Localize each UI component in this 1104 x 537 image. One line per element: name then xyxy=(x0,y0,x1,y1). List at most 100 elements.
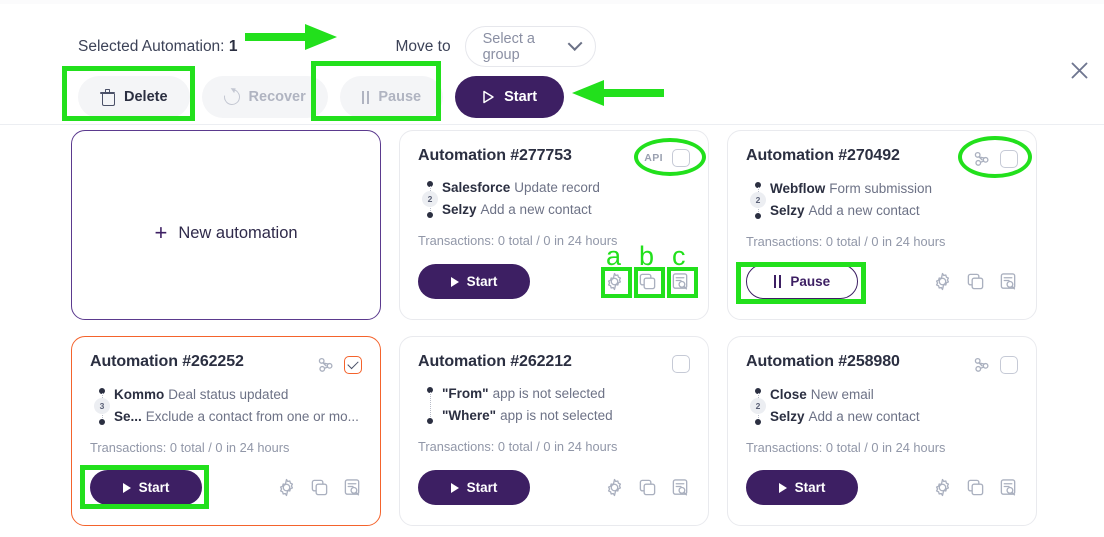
card-icon-row xyxy=(933,272,1018,291)
card-start-button[interactable]: Start xyxy=(746,470,858,505)
card-icon-row xyxy=(605,478,690,497)
card-pause-button[interactable]: Pause xyxy=(746,264,858,299)
logs-search-icon[interactable] xyxy=(999,272,1018,291)
step-app: Close xyxy=(770,387,807,402)
card-title: Automation #258980 xyxy=(746,353,900,370)
card-icon-row xyxy=(277,478,362,497)
step-line: Selzy Add a new contact xyxy=(770,203,932,220)
card-title: Automation #262252 xyxy=(90,353,244,370)
card-header: Automation #262212 xyxy=(418,353,690,373)
pause-button[interactable]: Pause xyxy=(339,76,444,118)
play-icon xyxy=(450,482,459,493)
step-action: Deal status updated xyxy=(168,387,289,402)
bulk-action-toolbar: Selected Automation: 1 Move to Select a … xyxy=(0,4,1104,125)
logs-search-icon[interactable] xyxy=(999,478,1018,497)
selected-automation-text: Selected Automation: xyxy=(78,37,225,55)
card-transactions: Transactions: 0 total / 0 in 24 hours xyxy=(418,232,618,248)
duplicate-icon[interactable] xyxy=(638,478,657,497)
step-app: Selzy xyxy=(770,408,805,424)
card-select-checkbox-checked[interactable] xyxy=(344,355,362,374)
new-automation-label-wrap: + New automation xyxy=(154,222,297,244)
card-header: Automation #277753 API xyxy=(418,147,690,167)
logs-search-icon[interactable] xyxy=(671,272,690,291)
step-action: Add a new contact xyxy=(808,202,920,218)
duplicate-icon[interactable] xyxy=(638,272,657,291)
card-start-button[interactable]: Start xyxy=(418,470,530,505)
gear-icon[interactable] xyxy=(277,478,296,497)
card-select-checkbox[interactable] xyxy=(672,355,690,373)
card-header: Automation #258980 xyxy=(746,353,1018,374)
close-panel-button[interactable] xyxy=(1064,55,1094,85)
duplicate-icon[interactable] xyxy=(310,478,329,497)
step-dot-icon xyxy=(755,418,761,425)
trash-icon xyxy=(100,89,115,106)
group-select-value: Select a group xyxy=(482,30,535,63)
card-select-checkbox[interactable] xyxy=(1000,355,1018,374)
automation-card[interactable]: Automation #277753 API 2 Salesforce Upda… xyxy=(399,130,709,320)
step-line: Kommo Deal status updated xyxy=(114,387,359,404)
step-count-badge: 3 xyxy=(94,398,110,415)
step-rail: 2 xyxy=(420,180,442,219)
recover-button[interactable]: Recover xyxy=(201,76,328,118)
logs-search-icon[interactable] xyxy=(671,478,690,497)
group-select-dropdown[interactable]: Select a group xyxy=(464,26,596,67)
step-app: Se... xyxy=(114,408,142,424)
webhook-icon xyxy=(972,149,991,168)
step-action: Add a new contact xyxy=(480,201,592,217)
card-select-checkbox[interactable] xyxy=(672,149,690,167)
card-transactions: Transactions: 0 total / 0 in 24 hours xyxy=(90,439,290,455)
step-action: Update record xyxy=(514,180,600,195)
step-app: "Where" xyxy=(442,407,497,423)
card-select-checkbox[interactable] xyxy=(1000,149,1018,168)
play-outline-icon xyxy=(482,90,495,104)
gear-icon[interactable] xyxy=(605,478,624,497)
automation-card[interactable]: Automation #270492 2 Webflow Form submis… xyxy=(727,130,1037,320)
duplicate-icon[interactable] xyxy=(966,478,985,497)
step-action: app is not selected xyxy=(500,407,613,423)
logs-search-icon[interactable] xyxy=(343,478,362,497)
start-button[interactable]: Start xyxy=(455,76,565,118)
card-header-controls: API xyxy=(644,149,690,167)
step-line: Salesforce Update record xyxy=(442,180,600,197)
webhook-icon xyxy=(316,355,335,374)
step-dot-icon xyxy=(755,212,761,219)
delete-button[interactable]: Delete xyxy=(78,76,190,118)
card-start-button[interactable]: Start xyxy=(418,264,530,299)
card-title: Automation #270492 xyxy=(746,147,900,164)
card-action-label: Start xyxy=(138,480,170,495)
card-start-button[interactable]: Start xyxy=(90,470,202,505)
step-app: Kommo xyxy=(114,387,165,402)
gear-icon[interactable] xyxy=(933,272,952,291)
step-connector-line xyxy=(429,392,431,419)
duplicate-icon[interactable] xyxy=(966,272,985,291)
card-steps: 2 Salesforce Update record Selzy Add a new… xyxy=(418,180,690,219)
gear-icon[interactable] xyxy=(605,272,624,291)
card-footer: Start xyxy=(746,470,1018,505)
step-rail: 2 xyxy=(748,387,770,426)
card-icon-row xyxy=(933,478,1018,497)
automation-card[interactable]: Automation #262212 "From" app is not sele… xyxy=(399,336,709,526)
recover-button-label: Recover xyxy=(248,89,306,105)
card-action-label: Start xyxy=(794,480,826,495)
step-line: "From" app is not selected xyxy=(442,386,613,403)
card-steps: 3 Kommo Deal status updated Se... Exclude … xyxy=(90,387,362,426)
card-steps: 2 Close New email Selzy Add a new contact xyxy=(746,387,1018,426)
play-icon xyxy=(122,482,131,493)
step-action: Exclude a contact from one or mo... xyxy=(145,408,359,424)
automation-card[interactable]: Automation #258980 2 Close New email Sel… xyxy=(727,336,1037,526)
recover-icon xyxy=(220,85,243,109)
plus-icon: + xyxy=(154,220,168,245)
card-action-label: Start xyxy=(466,274,498,289)
card-title: Automation #262212 xyxy=(418,353,572,370)
card-header: Automation #262252 xyxy=(90,353,362,374)
step-dot-icon xyxy=(427,417,433,424)
card-action-label: Start xyxy=(466,480,498,495)
automation-card-selected[interactable]: Automation #262252 3 Kommo Deal status u… xyxy=(71,336,381,526)
card-action-label: Pause xyxy=(790,274,831,289)
card-header-controls xyxy=(316,355,362,374)
gear-icon[interactable] xyxy=(933,478,952,497)
new-automation-card[interactable]: + New automation xyxy=(71,130,381,320)
webhook-icon xyxy=(972,355,991,374)
step-text-list: Close New email Selzy Add a new contact xyxy=(770,387,920,426)
step-rail: 2 xyxy=(748,181,770,220)
